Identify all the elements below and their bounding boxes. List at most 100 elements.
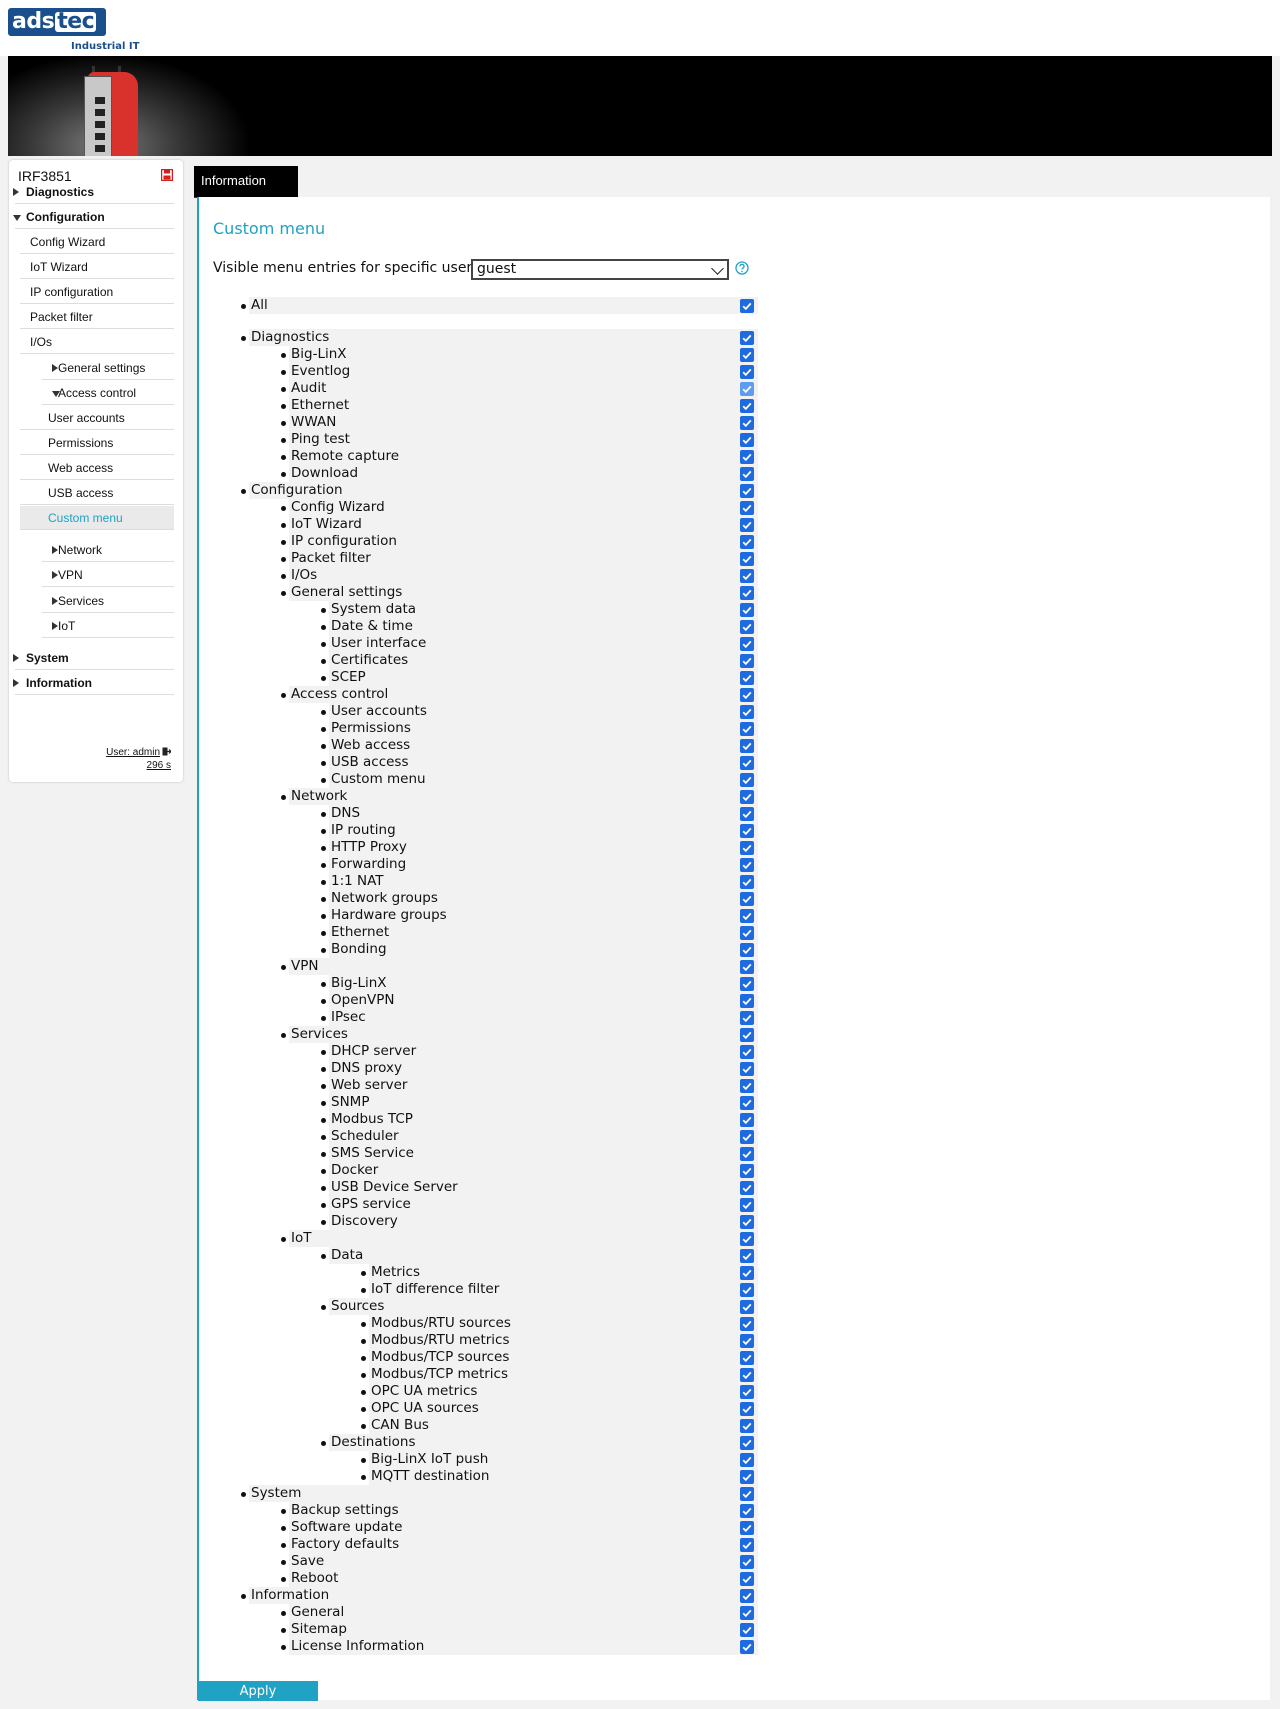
sidebar-item-i-os[interactable]: I/Os [20,330,174,354]
sidebar-item-network[interactable]: Network [42,538,174,562]
menu-entry-checkbox[interactable] [740,653,754,668]
menu-entry-checkbox[interactable] [740,517,754,532]
menu-entry-checkbox[interactable] [740,959,754,974]
menu-entry-checkbox[interactable] [740,1401,754,1416]
apply-button[interactable]: Apply [198,1681,318,1701]
sidebar-item-permissions[interactable]: Permissions [20,431,174,455]
menu-entry-checkbox[interactable] [740,1265,754,1280]
menu-entry-checkbox[interactable] [740,840,754,855]
menu-entry-checkbox[interactable] [740,551,754,566]
menu-entry-checkbox[interactable] [740,755,754,770]
menu-entry-checkbox[interactable] [740,1469,754,1484]
menu-entry-checkbox[interactable] [740,585,754,600]
sidebar-item-usb-access[interactable]: USB access [20,481,174,505]
menu-entry-checkbox[interactable] [740,1095,754,1110]
menu-entry-checkbox[interactable] [740,1044,754,1059]
menu-entry-checkbox[interactable] [740,1010,754,1025]
sidebar-item-system[interactable]: System [13,646,174,670]
menu-entry-checkbox[interactable] [740,1146,754,1161]
menu-entry-checkbox[interactable] [740,1333,754,1348]
menu-entry-checkbox[interactable] [740,1197,754,1212]
menu-entry-checkbox[interactable] [740,1129,754,1144]
sidebar-item-web-access[interactable]: Web access [20,456,174,480]
menu-entry-checkbox[interactable] [740,874,754,889]
menu-entry-checkbox[interactable] [740,1248,754,1263]
menu-entry-checkbox[interactable] [740,1350,754,1365]
menu-entry-checkbox[interactable] [740,1503,754,1518]
menu-entry-checkbox[interactable] [740,823,754,838]
sidebar-item-iot-wizard[interactable]: IoT Wizard [20,255,174,279]
logout-icon[interactable] [162,747,171,756]
menu-entry-checkbox[interactable] [740,772,754,787]
menu-entry-checkbox[interactable] [740,1605,754,1620]
menu-entry-checkbox[interactable] [740,1316,754,1331]
sidebar-item-vpn[interactable]: VPN [42,563,174,587]
menu-entry-checkbox[interactable] [740,1537,754,1552]
menu-entry-checkbox[interactable] [740,1554,754,1569]
sidebar-item-config-wizard[interactable]: Config Wizard [20,230,174,254]
menu-entry-checkbox[interactable] [740,721,754,736]
menu-entry-checkbox[interactable] [740,1384,754,1399]
sidebar-item-packet-filter[interactable]: Packet filter [20,305,174,329]
menu-entry-checkbox[interactable] [740,347,754,362]
sidebar-item-ip-configuration[interactable]: IP configuration [20,280,174,304]
menu-entry-checkbox[interactable] [740,1078,754,1093]
menu-entry-checkbox[interactable] [740,1452,754,1467]
menu-entry-checkbox[interactable] [740,415,754,430]
menu-entry-checkbox[interactable] [740,738,754,753]
sidebar-item-custom-menu[interactable]: Custom menu [20,506,174,530]
menu-entry-checkbox[interactable] [740,1027,754,1042]
menu-entry-checkbox[interactable] [740,806,754,821]
menu-entry-checkbox[interactable] [740,1299,754,1314]
sidebar-item-user-accounts[interactable]: User accounts [20,406,174,430]
menu-entry-checkbox[interactable] [740,636,754,651]
menu-entry-checkbox[interactable] [740,1418,754,1433]
menu-entry-checkbox[interactable] [740,500,754,515]
menu-entry-checkbox[interactable] [740,1231,754,1246]
menu-entry-checkbox[interactable] [740,857,754,872]
menu-entry-checkbox[interactable] [740,789,754,804]
sidebar-item-iot[interactable]: IoT [42,614,174,638]
menu-entry-checkbox[interactable] [740,891,754,906]
menu-entry-checkbox[interactable] [740,298,754,313]
menu-entry-checkbox[interactable] [740,942,754,957]
menu-entry-checkbox[interactable] [740,398,754,413]
menu-entry-checkbox[interactable] [740,1282,754,1297]
sidebar-item-configuration[interactable]: Configuration [13,205,174,229]
menu-entry-checkbox[interactable] [740,432,754,447]
help-icon[interactable] [735,261,749,275]
user-select[interactable]: guest [471,259,729,280]
menu-entry-checkbox[interactable] [740,1588,754,1603]
menu-entry-checkbox[interactable] [740,704,754,719]
menu-entry-checkbox[interactable] [740,1435,754,1450]
sidebar-item-diagnostics[interactable]: Diagnostics [13,180,174,204]
menu-entry-checkbox[interactable] [740,908,754,923]
menu-entry-checkbox[interactable] [740,976,754,991]
menu-entry-checkbox[interactable] [740,1163,754,1178]
menu-entry-checkbox[interactable] [740,602,754,617]
menu-entry-checkbox[interactable] [740,1180,754,1195]
menu-entry-checkbox[interactable] [740,483,754,498]
user-link[interactable]: User: admin [106,747,160,758]
menu-entry-checkbox[interactable] [740,1520,754,1535]
menu-entry-checkbox[interactable] [740,364,754,379]
menu-entry-checkbox[interactable] [740,1367,754,1382]
adstec-logo[interactable]: ads tec [8,8,106,36]
menu-entry-checkbox[interactable] [740,670,754,685]
menu-entry-checkbox[interactable] [740,1214,754,1229]
menu-entry-checkbox[interactable] [740,1571,754,1586]
menu-entry-checkbox[interactable] [740,1486,754,1501]
menu-entry-checkbox[interactable] [740,466,754,481]
sidebar-item-general-settings[interactable]: General settings [42,356,174,380]
sidebar-item-services[interactable]: Services [42,589,174,613]
menu-entry-checkbox[interactable] [740,925,754,940]
menu-entry-checkbox[interactable] [740,1112,754,1127]
menu-entry-checkbox[interactable] [740,1061,754,1076]
menu-entry-checkbox[interactable] [740,687,754,702]
sidebar-item-information[interactable]: Information [13,671,174,695]
sidebar-item-access-control[interactable]: Access control [42,381,174,405]
menu-entry-checkbox[interactable] [740,619,754,634]
menu-entry-checkbox[interactable] [740,993,754,1008]
menu-entry-checkbox[interactable] [740,1622,754,1637]
menu-entry-checkbox[interactable] [740,1639,754,1654]
